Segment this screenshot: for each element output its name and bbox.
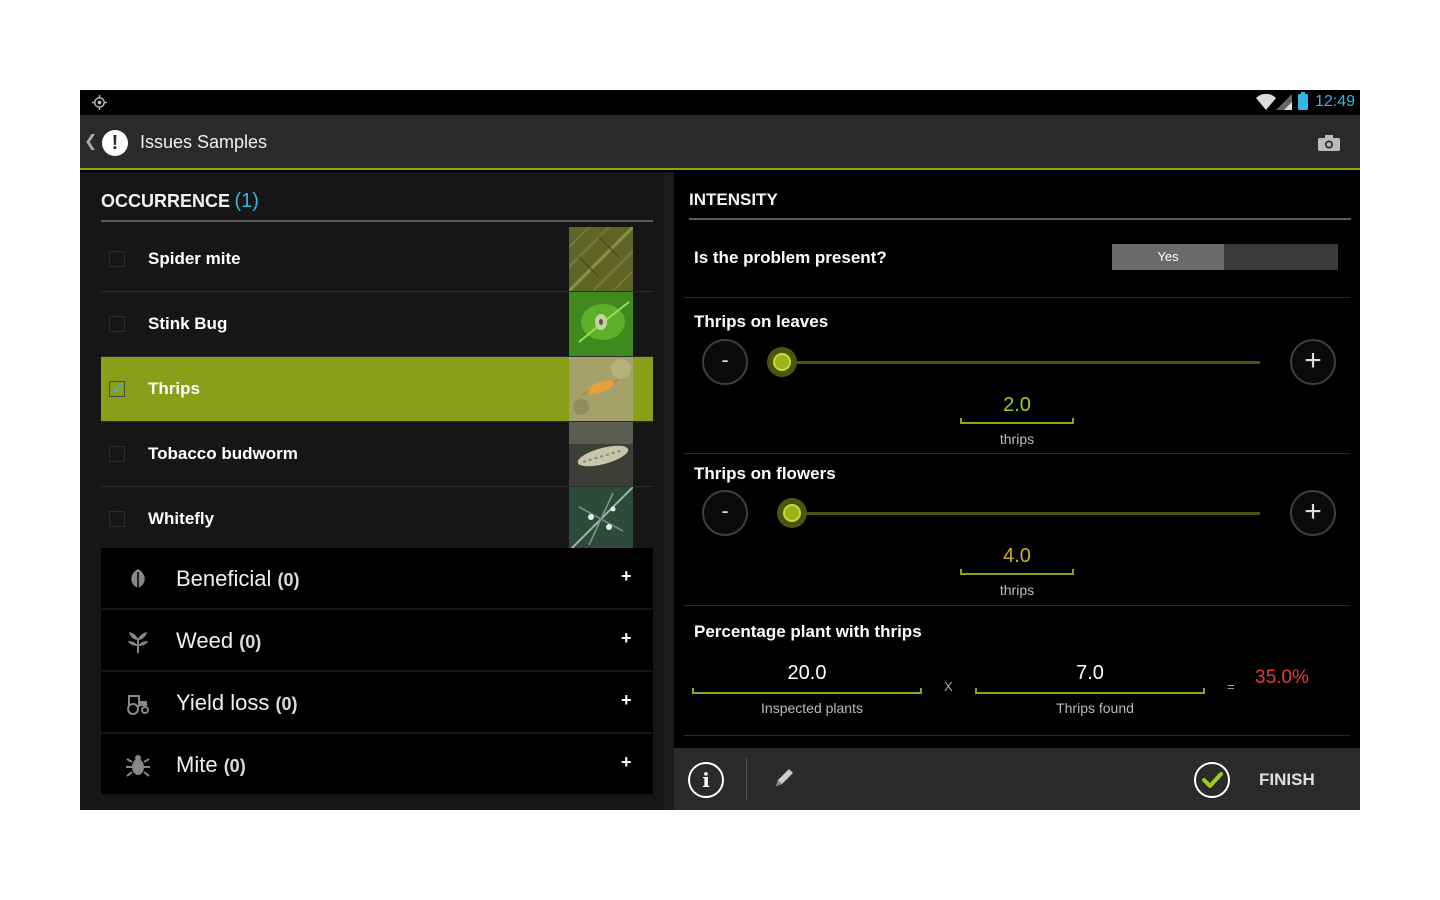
inspected-plants-field[interactable]: 20.0: [692, 662, 922, 694]
category-label: Yield loss (0): [176, 690, 297, 716]
alert-icon[interactable]: !: [102, 130, 128, 156]
category-mite[interactable]: Mite (0) +: [101, 734, 653, 795]
wifi-icon: [1256, 94, 1276, 110]
occurrence-item-thrips[interactable]: ✓ Thrips: [101, 357, 653, 422]
camera-icon[interactable]: [1318, 135, 1340, 151]
category-name: Mite: [176, 752, 218, 777]
checkbox[interactable]: [109, 446, 125, 462]
category-count: (0): [275, 694, 298, 714]
panel-divider: [664, 172, 674, 810]
inspected-plants-label: Inspected plants: [761, 700, 863, 716]
category-label: Beneficial (0): [176, 566, 300, 592]
expand-icon[interactable]: +: [621, 628, 632, 649]
left-panel: OCCURRENCE (1) Spider mite Stink Bug ✓ T…: [80, 172, 664, 810]
category-beneficial[interactable]: Beneficial (0) +: [101, 548, 653, 609]
stink-bug-thumbnail: [569, 292, 633, 356]
checkbox-checked[interactable]: ✓: [109, 378, 127, 398]
occurrence-item-label: Tobacco budworm: [148, 444, 298, 463]
tobacco-budworm-thumbnail: [569, 422, 633, 486]
category-name: Yield loss: [176, 690, 270, 715]
flowers-plus-button[interactable]: +: [1290, 490, 1336, 536]
occurrence-count: (1): [234, 190, 259, 212]
thrips-found-label: Thrips found: [1056, 700, 1134, 716]
category-count: (0): [239, 632, 262, 652]
flowers-value-field[interactable]: 4.0: [960, 545, 1074, 575]
occurrence-header: OCCURRENCE (1): [101, 190, 653, 222]
action-bar: ❮ ! Issues Samples: [80, 115, 1360, 170]
signal-icon: [1276, 94, 1292, 110]
flowers-minus-button[interactable]: -: [702, 490, 748, 536]
bottom-bar: i FINISH: [674, 748, 1360, 810]
expand-icon[interactable]: +: [621, 752, 632, 773]
weed-icon: [128, 632, 148, 653]
toggle-yes[interactable]: Yes: [1112, 244, 1224, 270]
info-icon[interactable]: i: [688, 762, 724, 798]
whitefly-thumbnail: [569, 487, 633, 551]
thrips-found-field[interactable]: 7.0: [975, 662, 1205, 694]
thrips-leaves-label: Thrips on leaves: [694, 312, 829, 331]
multiply-sign: X: [944, 679, 953, 694]
percentage-result: 35.0%: [1255, 667, 1309, 688]
leaves-value-field[interactable]: 2.0: [960, 394, 1074, 424]
leaf-icon: [131, 569, 145, 588]
occurrence-item-stink-bug[interactable]: Stink Bug: [101, 292, 653, 357]
equals-sign: =: [1227, 679, 1235, 694]
status-time: 12:49: [1315, 93, 1356, 110]
leaves-minus-button[interactable]: -: [702, 339, 748, 385]
chevron-left-icon[interactable]: ❮: [84, 131, 97, 151]
check-icon: [1202, 772, 1223, 788]
leaves-unit-label: thrips: [999, 431, 1035, 447]
leaves-plus-button[interactable]: +: [1290, 339, 1336, 385]
present-toggle[interactable]: Yes: [1112, 244, 1338, 270]
occurrence-item-whitefly[interactable]: Whitefly: [101, 487, 653, 552]
battery-icon: [1298, 92, 1308, 110]
category-name: Weed: [176, 628, 234, 653]
location-icon: [92, 95, 107, 110]
occurrence-item-label: Thrips: [148, 379, 200, 398]
flowers-slider-track[interactable]: [782, 512, 1260, 515]
intensity-header: INTENSITY: [689, 190, 1351, 220]
category-label: Weed (0): [176, 628, 261, 654]
occurrence-item-label: Whitefly: [148, 509, 215, 528]
finish-button[interactable]: FINISH: [1259, 770, 1315, 790]
pencil-icon[interactable]: [772, 766, 796, 790]
slider-thumb-inner: [773, 353, 791, 371]
thrips-thumbnail: [569, 357, 633, 421]
leaves-slider-track[interactable]: [782, 361, 1260, 364]
occurrence-item-tobacco-budworm[interactable]: Tobacco budworm: [101, 422, 653, 487]
occurrence-item-label: Stink Bug: [148, 314, 228, 333]
occurrence-item-spider-mite[interactable]: Spider mite: [101, 227, 653, 292]
leaves-slider-thumb[interactable]: [767, 347, 797, 377]
expand-icon[interactable]: +: [621, 690, 632, 711]
tablet-screen: 12:49 ❮ ! Issues Samples OCCURRENCE (1) …: [80, 90, 1360, 810]
category-label: Mite (0): [176, 752, 246, 778]
present-question-label: Is the problem present?: [694, 248, 887, 267]
flowers-unit-label: thrips: [999, 582, 1035, 598]
bug-icon: [126, 755, 150, 777]
category-yield-loss[interactable]: Yield loss (0) +: [101, 672, 653, 733]
check-icon: ✓: [111, 378, 127, 398]
occurrence-label: OCCURRENCE: [101, 191, 231, 211]
category-count: (0): [223, 756, 246, 776]
percentage-label: Percentage plant with thrips: [694, 622, 922, 641]
checkbox[interactable]: [109, 251, 125, 267]
finish-check-icon[interactable]: [1194, 762, 1230, 798]
page-title: Issues Samples: [140, 132, 268, 152]
checkbox[interactable]: [109, 316, 125, 332]
divider: [746, 758, 747, 800]
occurrence-item-label: Spider mite: [148, 249, 241, 268]
slider-thumb-inner: [783, 504, 801, 522]
expand-icon[interactable]: +: [621, 566, 632, 587]
category-name: Beneficial: [176, 566, 272, 591]
thrips-flowers-label: Thrips on flowers: [694, 464, 836, 483]
category-count: (0): [277, 570, 300, 590]
category-weed[interactable]: Weed (0) +: [101, 610, 653, 671]
status-bar: 12:49: [80, 90, 1360, 115]
flowers-slider-thumb[interactable]: [777, 498, 807, 528]
checkbox[interactable]: [109, 511, 125, 527]
tractor-icon: [127, 695, 149, 715]
spider-mite-thumbnail: [569, 227, 633, 291]
